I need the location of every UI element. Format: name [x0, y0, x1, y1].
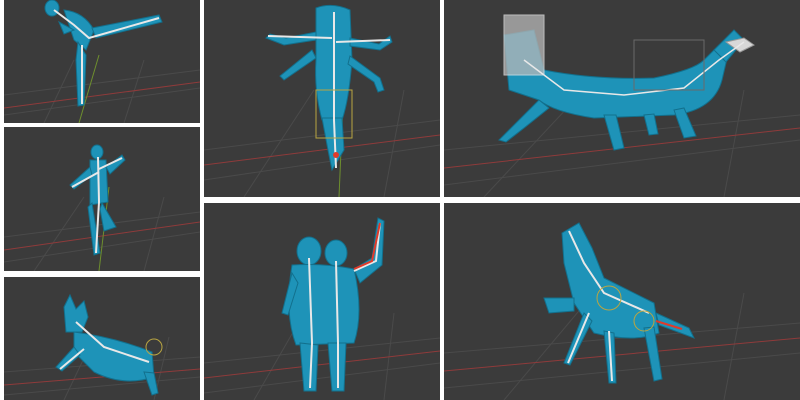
viewport-dance-pose[interactable]: [4, 127, 200, 271]
twin-figures-scene: [204, 217, 440, 400]
viewport-kick-pose[interactable]: [4, 0, 200, 123]
viewport-rearing-horse[interactable]: [444, 203, 800, 400]
multi-arm-mesh: [265, 4, 393, 172]
cat-control-ring: [145, 338, 163, 356]
rearing-horse-scene: [444, 222, 800, 400]
twin-figures-mesh: [281, 217, 385, 392]
viewport-dragon[interactable]: [444, 0, 800, 197]
viewport-multi-arm[interactable]: [204, 0, 440, 197]
cat-leap-scene: [4, 293, 200, 400]
dragon-head-bone-block: [503, 14, 545, 76]
multi-arm-active-joint: [333, 152, 339, 158]
dance-pose-scene: [4, 144, 200, 271]
dragon-scene: [444, 14, 800, 197]
multi-arm-scene: [204, 4, 440, 197]
viewport-cat-leap[interactable]: [4, 277, 200, 400]
viewport-twin-figures[interactable]: [204, 203, 440, 400]
kick-pose-scene: [4, 0, 200, 123]
horse-mesh: [543, 222, 696, 384]
